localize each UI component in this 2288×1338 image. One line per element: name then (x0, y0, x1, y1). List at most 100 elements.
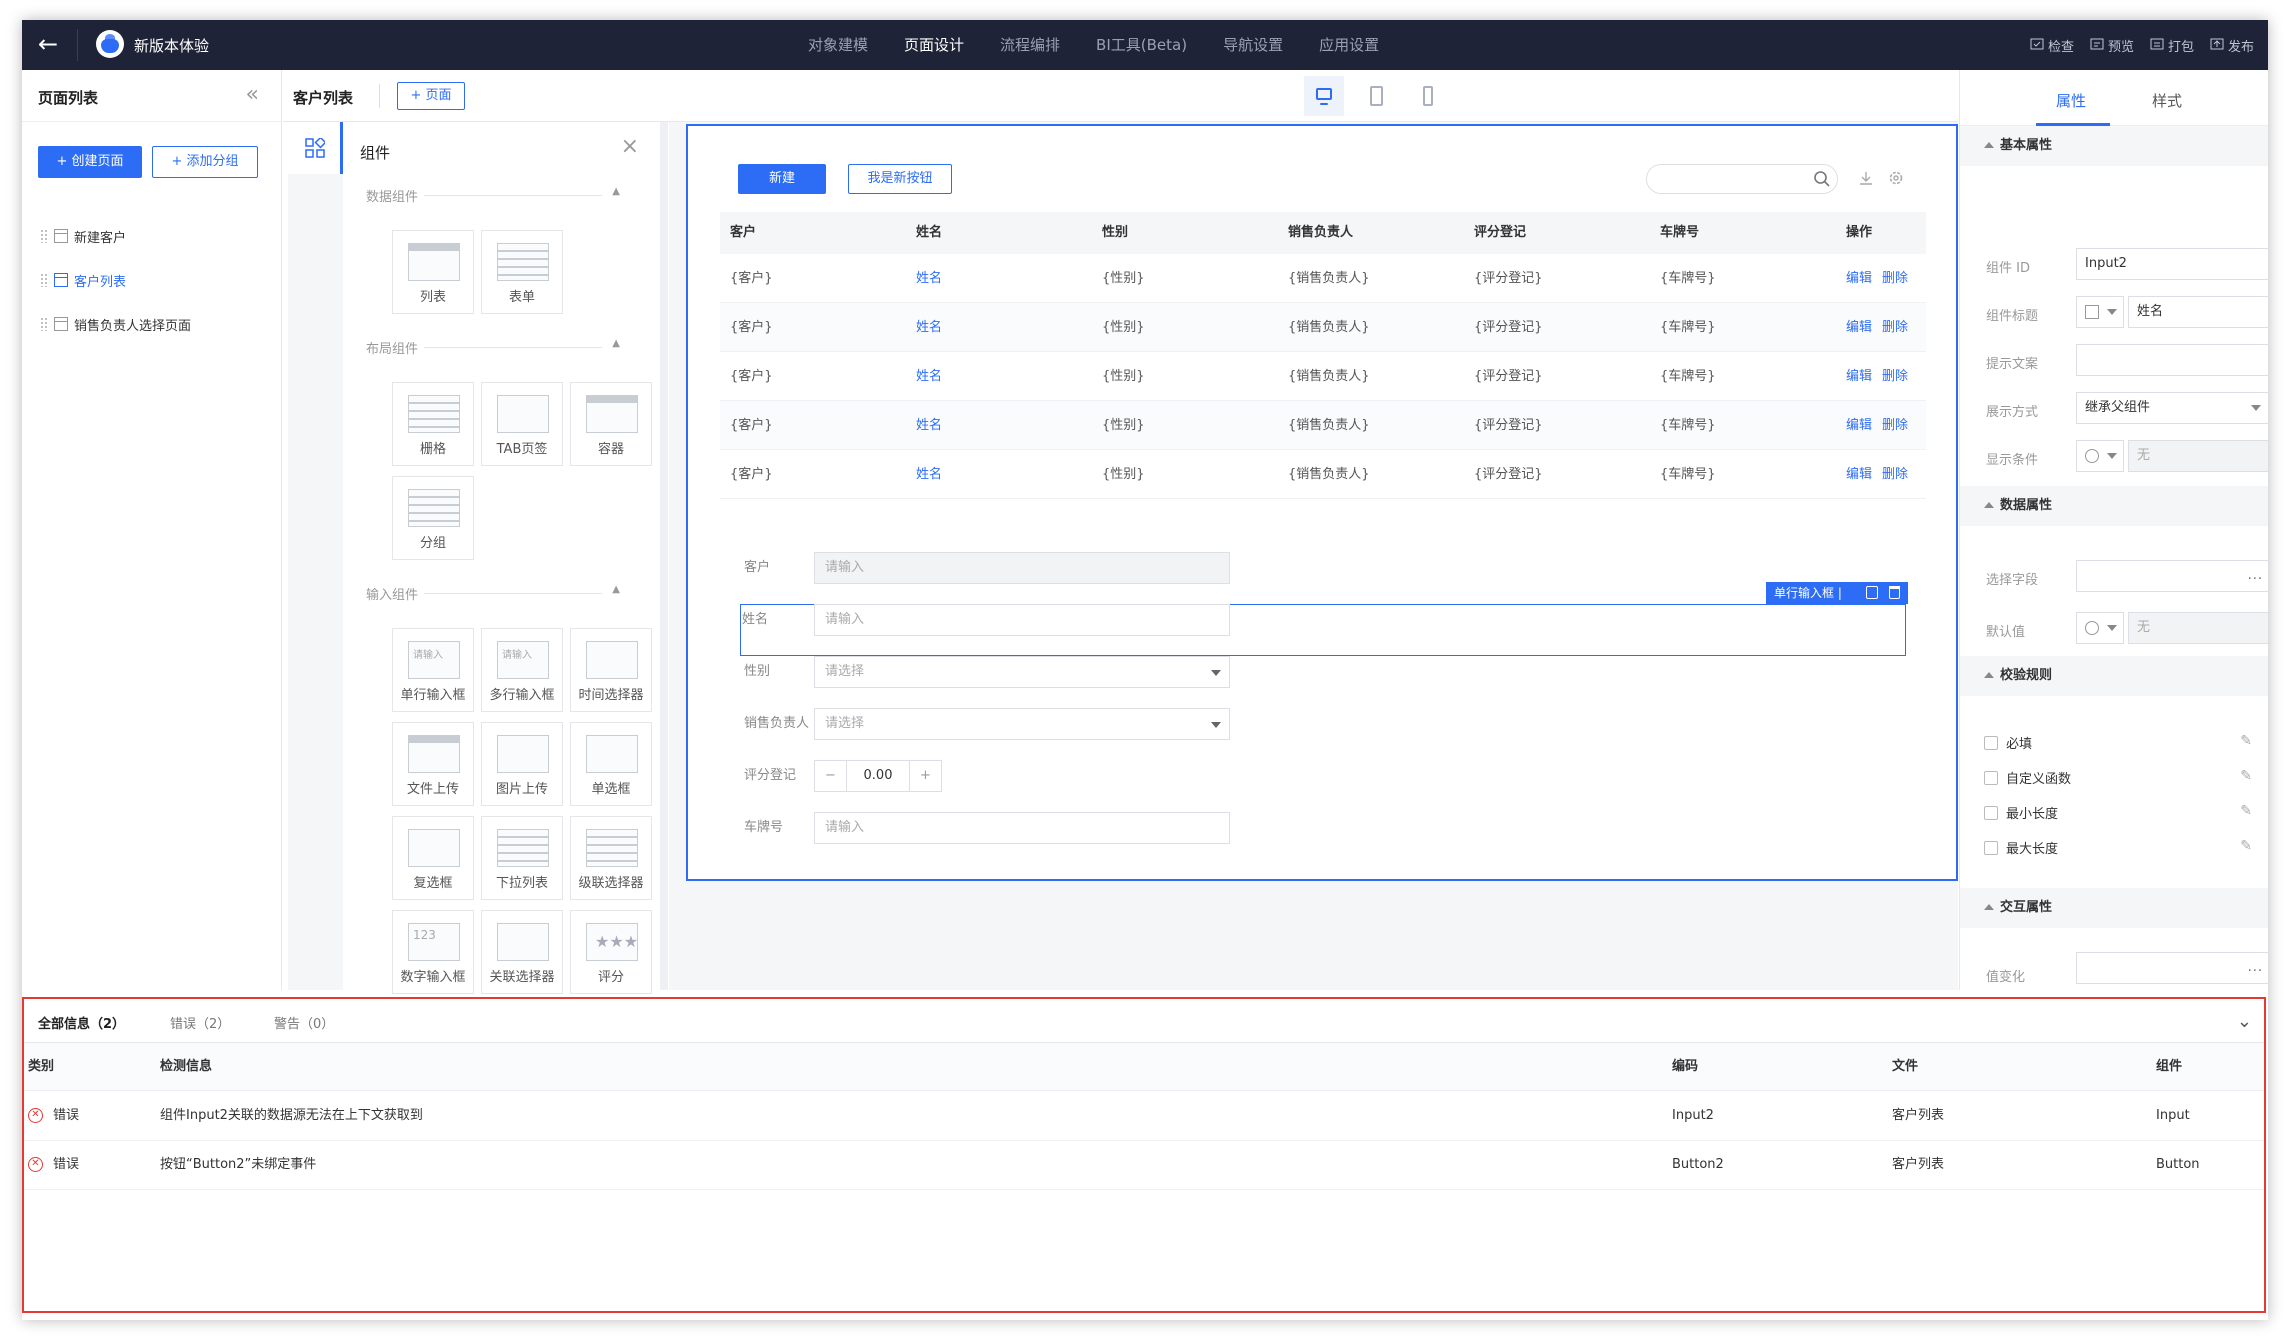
rule-min-length[interactable]: 最小长度 (1984, 803, 2058, 822)
minus-icon[interactable]: − (815, 761, 847, 791)
component-container[interactable]: 容器 (570, 382, 652, 466)
chevron-down-icon[interactable]: ⌄ (2237, 1011, 2252, 1032)
nav-object-modeling[interactable]: 对象建模 (790, 20, 886, 70)
edit-link[interactable]: 编辑 (1846, 450, 1872, 499)
component-group[interactable]: 分组 (392, 476, 474, 560)
component-checkbox[interactable]: 复选框 (392, 816, 474, 900)
edit-link[interactable]: 编辑 (1846, 254, 1872, 303)
drag-handle-icon[interactable] (40, 273, 48, 287)
component-relation-select[interactable]: 关联选择器 (481, 910, 563, 994)
current-page-tab[interactable]: 客户列表 (293, 87, 353, 108)
nav-bi-tools[interactable]: BI工具(Beta) (1078, 20, 1205, 70)
trash-icon[interactable] (1889, 586, 1900, 599)
cell-name-link[interactable]: 姓名 (916, 450, 942, 499)
plate-input[interactable]: 请输入 (814, 812, 1230, 844)
default-type-select[interactable] (2076, 612, 2124, 644)
nav-navigation-settings[interactable]: 导航设置 (1205, 20, 1301, 70)
selected-component-tag[interactable]: 单行输入框 | (1766, 582, 1908, 604)
tab-warnings[interactable]: 警告（0） (274, 1013, 334, 1032)
checkbox[interactable] (1984, 840, 1998, 855)
gear-icon[interactable] (1888, 170, 1904, 190)
copy-icon[interactable] (1866, 586, 1878, 599)
component-id-input[interactable]: Input2 (2076, 248, 2268, 280)
rule-custom-function[interactable]: 自定义函数 (1984, 768, 2071, 787)
nav-page-design[interactable]: 页面设计 (886, 20, 982, 70)
add-group-button[interactable]: + 添加分组 (152, 146, 258, 178)
page-item-customer-list[interactable]: 客户列表 (40, 269, 126, 291)
new-button-2[interactable]: 我是新按钮 (848, 164, 952, 194)
mobile-view-icon[interactable] (1408, 76, 1448, 116)
component-multi-input[interactable]: 请输入 多行输入框 (481, 628, 563, 712)
component-dropdown[interactable]: 下拉列表 (481, 816, 563, 900)
back-arrow-icon[interactable]: ← (32, 29, 78, 61)
hint-text-input[interactable] (2076, 344, 2268, 376)
more-dots-icon[interactable]: ... (2248, 953, 2263, 983)
nav-app-settings[interactable]: 应用设置 (1301, 20, 1397, 70)
collapse-double-chevron-icon[interactable]: « (246, 82, 259, 107)
cell-name-link[interactable]: 姓名 (916, 401, 942, 450)
component-form[interactable]: 表单 (481, 230, 563, 314)
cell-name-link[interactable]: 姓名 (916, 254, 942, 303)
value-change-input[interactable]: ... (2076, 952, 2268, 984)
section-validation-rules[interactable]: 校验规则 (1960, 656, 2268, 696)
tab-all-info[interactable]: 全部信息（2） (38, 1013, 125, 1032)
caret-up-icon[interactable]: ▲ (612, 338, 620, 349)
component-image-upload[interactable]: 图片上传 (481, 722, 563, 806)
name-input[interactable]: 请输入 (814, 604, 1230, 636)
delete-link[interactable]: 删除 (1882, 254, 1908, 303)
delete-link[interactable]: 删除 (1882, 450, 1908, 499)
desktop-view-icon[interactable] (1304, 76, 1344, 116)
pencil-icon[interactable]: ✎ (2240, 768, 2252, 784)
section-data-properties[interactable]: 数据属性 (1960, 486, 2268, 526)
pencil-icon[interactable]: ✎ (2240, 803, 2252, 819)
delete-link[interactable]: 删除 (1882, 352, 1908, 401)
component-single-input[interactable]: 请输入 单行输入框 (392, 628, 474, 712)
issue-row[interactable]: ✕ 错误 组件Input2关联的数据源无法在上下文获取到 Input2 客户列表 … (24, 1092, 2264, 1141)
package-button[interactable]: 打包 (2150, 36, 2194, 55)
section-input-components[interactable]: 输入组件 ▲ (366, 584, 620, 603)
new-button[interactable]: 新建 (738, 164, 826, 194)
issue-row[interactable]: ✕ 错误 按钮“Button2”未绑定事件 Button2 客户列表 Button (24, 1141, 2264, 1190)
caret-up-icon[interactable]: ▲ (612, 186, 620, 197)
component-number-input[interactable]: 123 数字输入框 (392, 910, 474, 994)
preview-button[interactable]: 预览 (2090, 36, 2134, 55)
tab-properties[interactable]: 属性 (2056, 90, 2086, 111)
close-icon[interactable]: × (621, 134, 639, 159)
add-page-tab-button[interactable]: + 页面 (397, 82, 465, 110)
checkbox[interactable] (1984, 770, 1998, 785)
search-input[interactable] (1646, 164, 1838, 194)
sales-owner-select[interactable]: 请选择 (814, 708, 1230, 740)
section-layout-components[interactable]: 布局组件 ▲ (366, 338, 620, 357)
display-condition-input[interactable]: 无 (2128, 440, 2268, 472)
edit-link[interactable]: 编辑 (1846, 401, 1872, 450)
page-item-new-customer[interactable]: 新建客户 (40, 225, 126, 247)
rule-required[interactable]: 必填 (1984, 733, 2032, 752)
delete-link[interactable]: 删除 (1882, 401, 1908, 450)
section-basic-properties[interactable]: 基本属性 (1960, 126, 2268, 166)
nav-flow-orchestration[interactable]: 流程编排 (982, 20, 1078, 70)
component-list[interactable]: 列表 (392, 230, 474, 314)
plus-icon[interactable]: + (909, 761, 941, 791)
caret-up-icon[interactable]: ▲ (612, 584, 620, 595)
component-cascader[interactable]: 级联选择器 (570, 816, 652, 900)
component-grid[interactable]: 栅格 (392, 382, 474, 466)
condition-type-select[interactable] (2076, 440, 2124, 472)
more-dots-icon[interactable]: ... (2248, 561, 2263, 591)
component-time-picker[interactable]: 时间选择器 (570, 628, 652, 712)
pencil-icon[interactable]: ✎ (2240, 838, 2252, 854)
edit-link[interactable]: 编辑 (1846, 352, 1872, 401)
rating-stepper[interactable]: − 0.00 + (814, 760, 942, 792)
pencil-icon[interactable]: ✎ (2240, 733, 2252, 749)
components-tab[interactable] (288, 122, 343, 174)
checkbox[interactable] (1984, 805, 1998, 820)
gender-select[interactable]: 请选择 (814, 656, 1230, 688)
section-data-components[interactable]: 数据组件 ▲ (366, 186, 620, 205)
default-value-input[interactable]: 无 (2128, 612, 2268, 644)
component-tab[interactable]: TAB页签 (481, 382, 563, 466)
create-page-button[interactable]: + 创建页面 (38, 146, 142, 178)
component-rating[interactable]: ★★★ 评分 (570, 910, 652, 994)
drag-handle-icon[interactable] (40, 317, 48, 331)
delete-link[interactable]: 删除 (1882, 303, 1908, 352)
section-interaction-properties[interactable]: 交互属性 (1960, 888, 2268, 928)
tab-errors[interactable]: 错误（2） (170, 1013, 230, 1032)
